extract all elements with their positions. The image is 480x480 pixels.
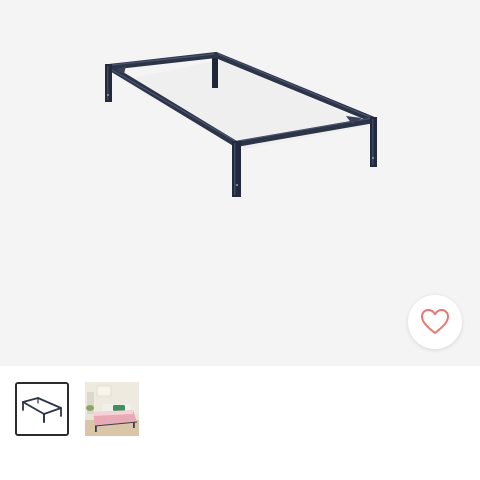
add-to-favorites-button[interactable] [408, 295, 462, 349]
product-image-area [0, 0, 480, 366]
heart-outline-icon [421, 309, 449, 334]
thumbnail-strip [0, 366, 480, 480]
thumbnail-bedroom-photo[interactable] [85, 382, 139, 436]
bed-frame-icon [105, 52, 377, 197]
bed-frame-icon [17, 384, 67, 434]
bedroom-photo-icon [85, 382, 139, 436]
product-page [0, 0, 480, 480]
thumbnail-bed-frame[interactable] [15, 382, 69, 436]
